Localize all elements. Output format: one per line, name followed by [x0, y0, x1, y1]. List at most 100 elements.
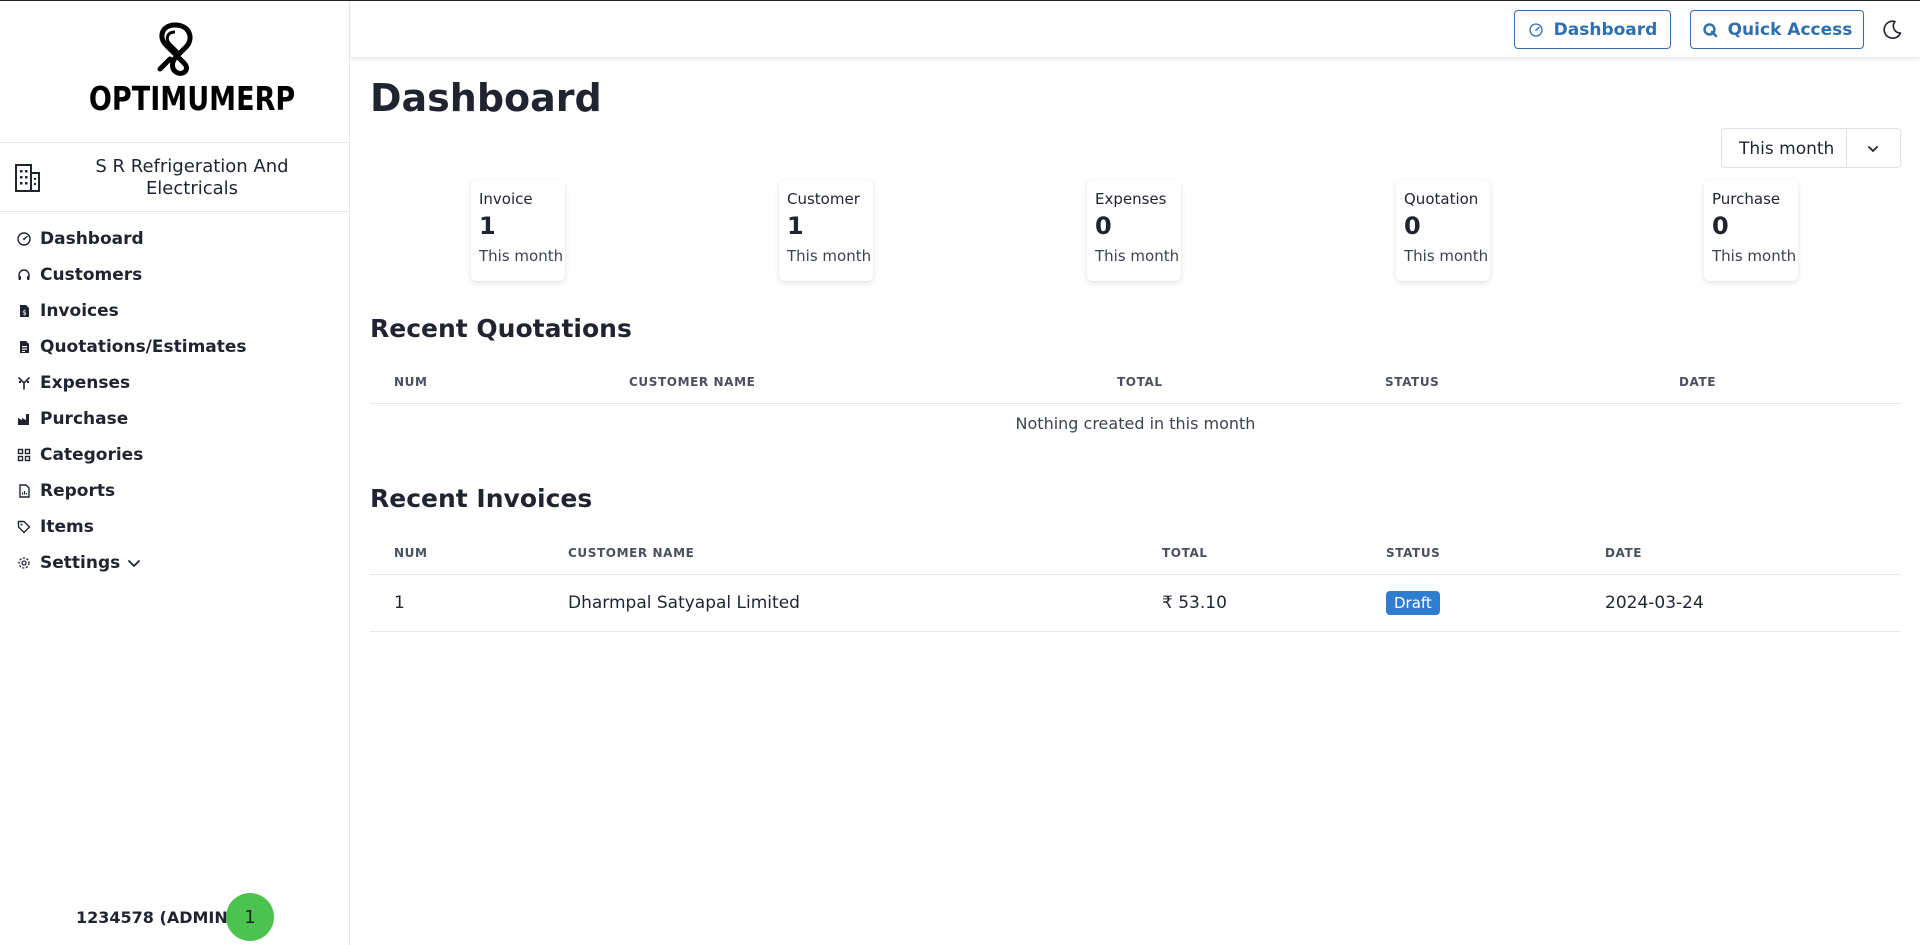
invoice-icon: $ [16, 303, 32, 319]
column-header: NUM [394, 546, 428, 560]
stat-card-quotation[interactable]: Quotation 0 This month [1396, 180, 1490, 281]
table-row[interactable]: 1 Dharmpal Satyapal Limited ₹ 53.10 Draf… [370, 575, 1901, 632]
stat-label: Invoice [479, 190, 533, 208]
sidebar-item-label: Expenses [40, 373, 131, 393]
divider [0, 211, 350, 212]
dashboard-button[interactable]: Dashboard [1514, 10, 1671, 49]
stat-period: This month [479, 247, 564, 265]
stat-card-purchase[interactable]: Purchase 0 This month [1704, 180, 1798, 281]
stat-period: This month [1404, 247, 1489, 265]
report-icon [16, 483, 32, 499]
company-switcher[interactable]: S R Refrigeration And Electricals [0, 143, 350, 211]
column-header: CUSTOMER NAME [568, 546, 695, 560]
gear-icon [16, 555, 32, 571]
quick-access-button-label: Quick Access [1727, 19, 1853, 40]
column-header: TOTAL [1117, 375, 1163, 389]
sidebar: OPTIMUMERP S R Refrigeration And Electri… [0, 1, 350, 945]
gauge-icon [16, 231, 32, 247]
sidebar-item-label: Settings [40, 553, 121, 573]
stat-value: 0 [1712, 212, 1729, 240]
grid-icon [16, 447, 32, 463]
recent-invoices-title: Recent Invoices [370, 484, 593, 513]
status-badge: Draft [1386, 591, 1440, 615]
invoice-date: 2024-03-24 [1605, 593, 1704, 613]
headset-icon [16, 267, 32, 283]
column-header: NUM [394, 375, 428, 389]
sidebar-nav: Dashboard Customers $ Invoices Quotation… [0, 221, 350, 581]
sidebar-item-label: Customers [40, 265, 143, 285]
invoice-total: ₹ 53.10 [1162, 593, 1227, 613]
stat-period: This month [1095, 247, 1180, 265]
theme-toggle-moon-icon[interactable] [1881, 19, 1903, 41]
stat-label: Customer [787, 190, 860, 208]
sidebar-item-purchase[interactable]: Purchase [0, 401, 350, 437]
stat-value: 0 [1095, 212, 1112, 240]
stat-card-invoice[interactable]: Invoice 1 This month [471, 180, 565, 281]
divider [1846, 129, 1847, 167]
stat-period: This month [787, 247, 872, 265]
sidebar-item-label: Invoices [40, 301, 119, 321]
svg-text:$: $ [22, 309, 26, 317]
gauge-icon [1528, 22, 1544, 38]
chevron-down-icon [126, 555, 142, 571]
stat-value: 1 [479, 212, 496, 240]
column-header: DATE [1679, 375, 1717, 389]
top-bar: Dashboard Quick Access [351, 1, 1920, 57]
logo-text: OPTIMUMERP [88, 79, 296, 118]
stat-label: Purchase [1712, 190, 1781, 208]
sidebar-item-label: Dashboard [40, 229, 144, 249]
recent-quotations-table: NUM CUSTOMER NAME TOTAL STATUS DATE Noth… [370, 358, 1901, 444]
empty-state-message: Nothing created in this month [1015, 414, 1256, 433]
sidebar-item-label: Quotations/Estimates [40, 337, 247, 357]
stat-label: Quotation [1404, 190, 1479, 208]
sidebar-item-items[interactable]: Items [0, 509, 350, 545]
building-icon [15, 164, 40, 192]
recent-quotations-title: Recent Quotations [370, 314, 632, 343]
column-header: TOTAL [1162, 546, 1208, 560]
brand-logo[interactable]: OPTIMUMERP [70, 17, 296, 132]
sidebar-item-quotations[interactable]: Quotations/Estimates [0, 329, 350, 365]
sidebar-item-label: Reports [40, 481, 116, 501]
period-select[interactable]: This month [1721, 128, 1901, 168]
dashboard-button-label: Dashboard [1553, 19, 1658, 40]
sidebar-item-dashboard[interactable]: Dashboard [0, 221, 350, 257]
sidebar-item-customers[interactable]: Customers [0, 257, 350, 293]
column-header: CUSTOMER NAME [629, 375, 756, 389]
table-header: NUM CUSTOMER NAME TOTAL STATUS DATE [370, 529, 1901, 575]
user-profile[interactable]: 1234578 (ADMIN) 1 [0, 893, 350, 943]
stat-value: 1 [787, 212, 804, 240]
document-icon [16, 339, 32, 355]
stat-label: Expenses [1095, 190, 1167, 208]
logo-mark-icon [157, 22, 193, 76]
company-name: S R Refrigeration And Electricals [95, 156, 289, 199]
sidebar-item-expenses[interactable]: Expenses [0, 365, 350, 401]
period-select-value: This month [1739, 139, 1835, 159]
sidebar-item-settings[interactable]: Settings [0, 545, 350, 581]
invoice-customer: Dharmpal Satyapal Limited [568, 593, 800, 613]
recent-invoices-table: NUM CUSTOMER NAME TOTAL STATUS DATE 1 Dh… [370, 529, 1901, 632]
sidebar-item-label: Purchase [40, 409, 129, 429]
page-title: Dashboard [370, 76, 602, 120]
user-name: 1234578 (ADMIN) [76, 908, 236, 927]
quick-access-icon [1702, 22, 1718, 38]
tag-icon [16, 519, 32, 535]
sidebar-item-invoices[interactable]: $ Invoices [0, 293, 350, 329]
stat-period: This month [1712, 247, 1797, 265]
invoice-num: 1 [394, 593, 405, 613]
table-header: NUM CUSTOMER NAME TOTAL STATUS DATE [370, 358, 1901, 404]
expenses-icon [16, 375, 32, 391]
sidebar-item-reports[interactable]: Reports [0, 473, 350, 509]
chevron-down-icon [1865, 141, 1881, 157]
quick-access-button[interactable]: Quick Access [1690, 10, 1864, 49]
stat-card-expenses[interactable]: Expenses 0 This month [1087, 180, 1181, 281]
stat-value: 0 [1404, 212, 1421, 240]
sidebar-item-categories[interactable]: Categories [0, 437, 350, 473]
column-header: STATUS [1386, 546, 1441, 560]
sidebar-item-label: Items [40, 517, 94, 537]
stat-card-customer[interactable]: Customer 1 This month [779, 180, 873, 281]
sidebar-item-label: Categories [40, 445, 144, 465]
factory-icon [16, 411, 32, 427]
column-header: STATUS [1385, 375, 1440, 389]
column-header: DATE [1605, 546, 1643, 560]
avatar[interactable]: 1 [226, 893, 274, 941]
